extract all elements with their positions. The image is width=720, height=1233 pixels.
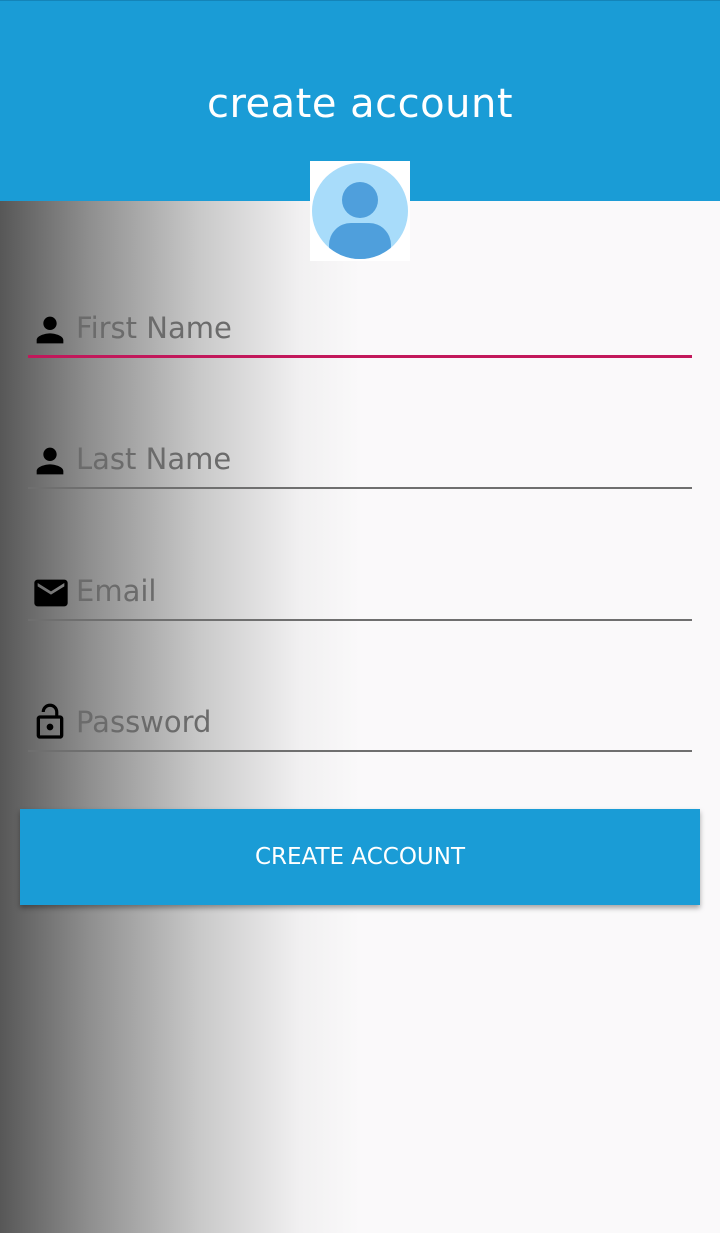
person-icon: [30, 310, 70, 350]
lock-open-icon: [30, 703, 70, 744]
create-account-button[interactable]: CREATE ACCOUNT: [20, 809, 700, 905]
email-field[interactable]: [28, 561, 692, 621]
profile-avatar[interactable]: [310, 161, 410, 261]
user-avatar-icon: [312, 163, 408, 259]
last-name-field[interactable]: [28, 429, 692, 489]
password-field[interactable]: [28, 692, 692, 752]
person-icon: [30, 441, 70, 481]
first-name-input[interactable]: [76, 304, 676, 352]
page-title: create account: [206, 81, 514, 127]
first-name-field[interactable]: [28, 298, 692, 358]
last-name-input[interactable]: [76, 435, 676, 483]
mail-icon: [30, 573, 70, 613]
email-input[interactable]: [76, 567, 676, 615]
password-input[interactable]: [76, 698, 676, 746]
